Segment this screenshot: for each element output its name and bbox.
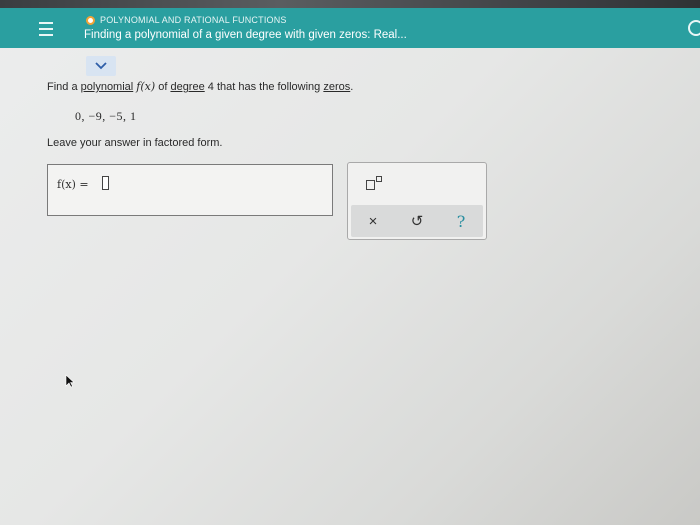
- mouse-pointer-icon: [65, 374, 75, 388]
- question-middle: 4 that has the following: [204, 81, 324, 93]
- answer-input-cursor[interactable]: [102, 176, 109, 190]
- question-prefix: Find a: [47, 81, 81, 93]
- answer-input-box[interactable]: f(x) =: [47, 164, 333, 216]
- circle-icon: [86, 15, 95, 25]
- question-suffix: .: [350, 81, 354, 93]
- window-top-band: [0, 0, 700, 8]
- menu-line: [39, 34, 53, 36]
- clear-button[interactable]: ×: [359, 209, 387, 233]
- polynomial-link[interactable]: polynomial: [81, 81, 134, 93]
- instruction-text: Leave your answer in factored form.: [47, 137, 223, 149]
- topic-category: POLYNOMIAL AND RATIONAL FUNCTIONS: [86, 15, 287, 25]
- zeros-link[interactable]: zeros: [323, 81, 350, 93]
- zeros-list: 0, −9, −5, 1: [75, 109, 137, 123]
- function-notation: f(x): [136, 80, 156, 93]
- question-of: of: [155, 81, 171, 93]
- header-right-control[interactable]: [688, 20, 700, 36]
- app-header: POLYNOMIAL AND RATIONAL FUNCTIONS Findin…: [0, 8, 700, 48]
- page-title: Finding a polynomial of a given degree w…: [84, 29, 407, 41]
- undo-button[interactable]: ↺: [403, 209, 431, 233]
- action-toolbar: × ↺ ?: [351, 205, 483, 237]
- math-tool-panel: × ↺ ?: [347, 162, 487, 240]
- degree-link[interactable]: degree: [170, 81, 204, 93]
- exponent-superscript-icon: [376, 176, 382, 182]
- chevron-down-icon: [95, 62, 107, 70]
- menu-line: [39, 28, 53, 30]
- answer-label: f(x) =: [57, 178, 89, 191]
- help-button[interactable]: ?: [447, 209, 475, 233]
- collapse-toggle[interactable]: [86, 56, 116, 76]
- exponent-button[interactable]: [364, 175, 386, 193]
- exponent-icon: [366, 180, 375, 190]
- category-label: POLYNOMIAL AND RATIONAL FUNCTIONS: [100, 15, 287, 25]
- menu-button[interactable]: [32, 16, 60, 42]
- question-text: Find a polynomial f(x) of degree 4 that …: [47, 80, 353, 93]
- menu-line: [39, 22, 53, 24]
